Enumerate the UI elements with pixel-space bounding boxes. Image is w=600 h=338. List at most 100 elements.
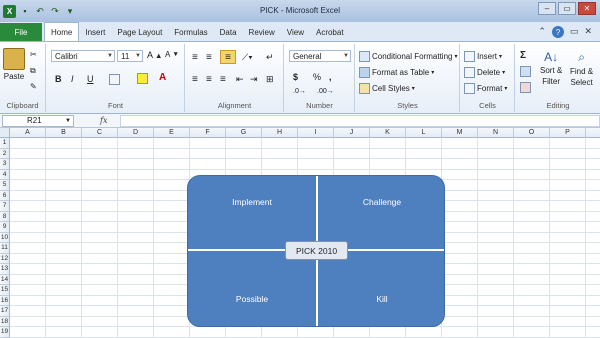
format-cells-button[interactable]: Format ▾ — [464, 83, 507, 94]
row-header-12[interactable]: 12 — [0, 253, 10, 264]
row-header-13[interactable]: 13 — [0, 264, 10, 275]
row-header-11[interactable]: 11 — [0, 243, 10, 254]
row-header-10[interactable]: 10 — [0, 232, 10, 243]
column-header-a[interactable]: A — [10, 128, 46, 138]
align-left-icon[interactable]: ≡ — [192, 74, 198, 85]
column-header-h[interactable]: H — [262, 128, 298, 138]
column-header-k[interactable]: K — [370, 128, 406, 138]
row-header-7[interactable]: 7 — [0, 201, 10, 212]
currency-button[interactable]: $ — [293, 72, 298, 82]
wrap-text-icon[interactable]: ↵ — [266, 52, 274, 63]
column-header-l[interactable]: L — [406, 128, 442, 138]
column-header-o[interactable]: O — [514, 128, 550, 138]
row-header-3[interactable]: 3 — [0, 159, 10, 170]
tab-data[interactable]: Data — [214, 24, 243, 41]
bold-button[interactable]: B — [55, 74, 62, 84]
row-header-2[interactable]: 2 — [0, 148, 10, 159]
conditional-formatting-button[interactable]: Conditional Formatting ▾ — [359, 51, 458, 62]
paste-button[interactable]: Paste — [3, 48, 25, 81]
column-header-e[interactable]: E — [154, 128, 190, 138]
close-icon[interactable]: ✕ — [578, 2, 596, 15]
increase-decimal-icon[interactable]: .0→ — [293, 88, 306, 95]
row-header-15[interactable]: 15 — [0, 285, 10, 296]
decrease-indent-icon[interactable]: ⇤ — [236, 74, 244, 85]
column-header-b[interactable]: B — [46, 128, 82, 138]
maximize-icon[interactable]: ▭ — [558, 2, 576, 15]
autosum-icon[interactable]: Σ — [520, 50, 526, 61]
font-color-icon[interactable]: A — [159, 72, 166, 83]
row-header-5[interactable]: 5 — [0, 180, 10, 191]
row-header-19[interactable]: 19 — [0, 327, 10, 338]
increase-indent-icon[interactable]: ⇥ — [250, 74, 258, 85]
cut-icon[interactable]: ✂ — [30, 50, 37, 59]
cell-styles-button[interactable]: Cell Styles ▾ — [359, 83, 415, 94]
delete-cells-button[interactable]: Delete ▾ — [464, 67, 505, 78]
fx-icon[interactable]: fx — [100, 116, 107, 125]
merge-center-icon[interactable]: ⊞ — [266, 74, 274, 85]
align-right-icon[interactable]: ≡ — [220, 74, 226, 85]
borders-icon[interactable] — [109, 74, 120, 85]
column-header-f[interactable]: F — [190, 128, 226, 138]
row-header-1[interactable]: 1 — [0, 138, 10, 149]
align-middle-icon[interactable]: ≡ — [206, 52, 212, 63]
orientation-icon[interactable]: ⟋▾ — [242, 52, 253, 63]
row-header-17[interactable]: 17 — [0, 306, 10, 317]
restore-icon[interactable]: ▭ — [570, 26, 579, 38]
percent-button[interactable]: % — [313, 72, 321, 82]
column-header-n[interactable]: N — [478, 128, 514, 138]
column-header-m[interactable]: M — [442, 128, 478, 138]
column-header-p[interactable]: P — [550, 128, 586, 138]
minimize-icon[interactable]: – — [538, 2, 556, 15]
font-size-select[interactable]: 11 ▼ — [117, 50, 143, 62]
tab-file[interactable]: File — [0, 23, 42, 41]
column-header-g[interactable]: G — [226, 128, 262, 138]
align-bottom-icon[interactable]: ≡ — [220, 50, 236, 64]
help-icon[interactable]: ? — [551, 26, 564, 38]
copy-icon[interactable]: ⧉ — [30, 66, 36, 76]
align-top-icon[interactable]: ≡ — [192, 52, 198, 63]
fill-color-icon[interactable] — [137, 73, 148, 84]
column-header-c[interactable]: C — [82, 128, 118, 138]
italic-button[interactable]: I — [71, 74, 74, 84]
pick-chart-diagram[interactable]: Implement Challenge Possible Kill PICK 2… — [187, 175, 445, 327]
row-header-6[interactable]: 6 — [0, 190, 10, 201]
row-header-4[interactable]: 4 — [0, 169, 10, 180]
name-box[interactable]: R21 ▼ — [2, 114, 74, 127]
center-icon[interactable]: ≡ — [206, 74, 212, 85]
column-header-d[interactable]: D — [118, 128, 154, 138]
column-header-q[interactable]: Q — [586, 128, 600, 138]
column-header-i[interactable]: I — [298, 128, 334, 138]
select-all-corner[interactable] — [0, 128, 10, 138]
formula-input[interactable] — [120, 115, 600, 127]
fill-icon[interactable] — [520, 66, 531, 77]
tab-page-layout[interactable]: Page Layout — [111, 24, 168, 41]
row-header-18[interactable]: 18 — [0, 316, 10, 327]
font-name-select[interactable]: Calibri ▼ — [51, 50, 115, 62]
tab-home[interactable]: Home — [44, 22, 80, 41]
row-header-16[interactable]: 16 — [0, 295, 10, 306]
close-workbook-icon[interactable]: ✕ — [584, 26, 592, 38]
sort-filter-button[interactable]: A↓ Sort & Filter — [540, 50, 562, 86]
tab-review[interactable]: Review — [243, 24, 281, 41]
row-header-9[interactable]: 9 — [0, 222, 10, 233]
column-header-j[interactable]: J — [334, 128, 370, 138]
number-format-select[interactable]: General ▼ — [289, 50, 351, 62]
ribbon: Paste ✂ ⧉ ✎ Clipboard Calibri ▼ 11 ▼ A ▲ A ▼… — [0, 42, 600, 114]
minimize-ribbon-icon[interactable]: ⌃ — [538, 26, 546, 38]
tab-acrobat[interactable]: Acrobat — [310, 24, 350, 41]
tab-formulas[interactable]: Formulas — [168, 24, 213, 41]
row-header-14[interactable]: 14 — [0, 274, 10, 285]
underline-button[interactable]: U — [87, 74, 94, 84]
format-as-table-button[interactable]: Format as Table ▾ — [359, 67, 434, 78]
row-header-8[interactable]: 8 — [0, 211, 10, 222]
grow-font-icon[interactable]: A ▲ — [147, 50, 162, 60]
comma-button[interactable]: , — [329, 72, 332, 82]
insert-cells-button[interactable]: Insert ▾ — [464, 51, 502, 62]
clear-icon[interactable] — [520, 82, 531, 93]
tab-view[interactable]: View — [281, 24, 310, 41]
shrink-font-icon[interactable]: A ▼ — [165, 50, 179, 59]
decrease-decimal-icon[interactable]: .00→ — [317, 88, 334, 95]
find-select-button[interactable]: ⌕ Find & Select — [570, 50, 593, 87]
tab-insert[interactable]: Insert — [79, 24, 111, 41]
format-painter-icon[interactable]: ✎ — [30, 82, 37, 91]
